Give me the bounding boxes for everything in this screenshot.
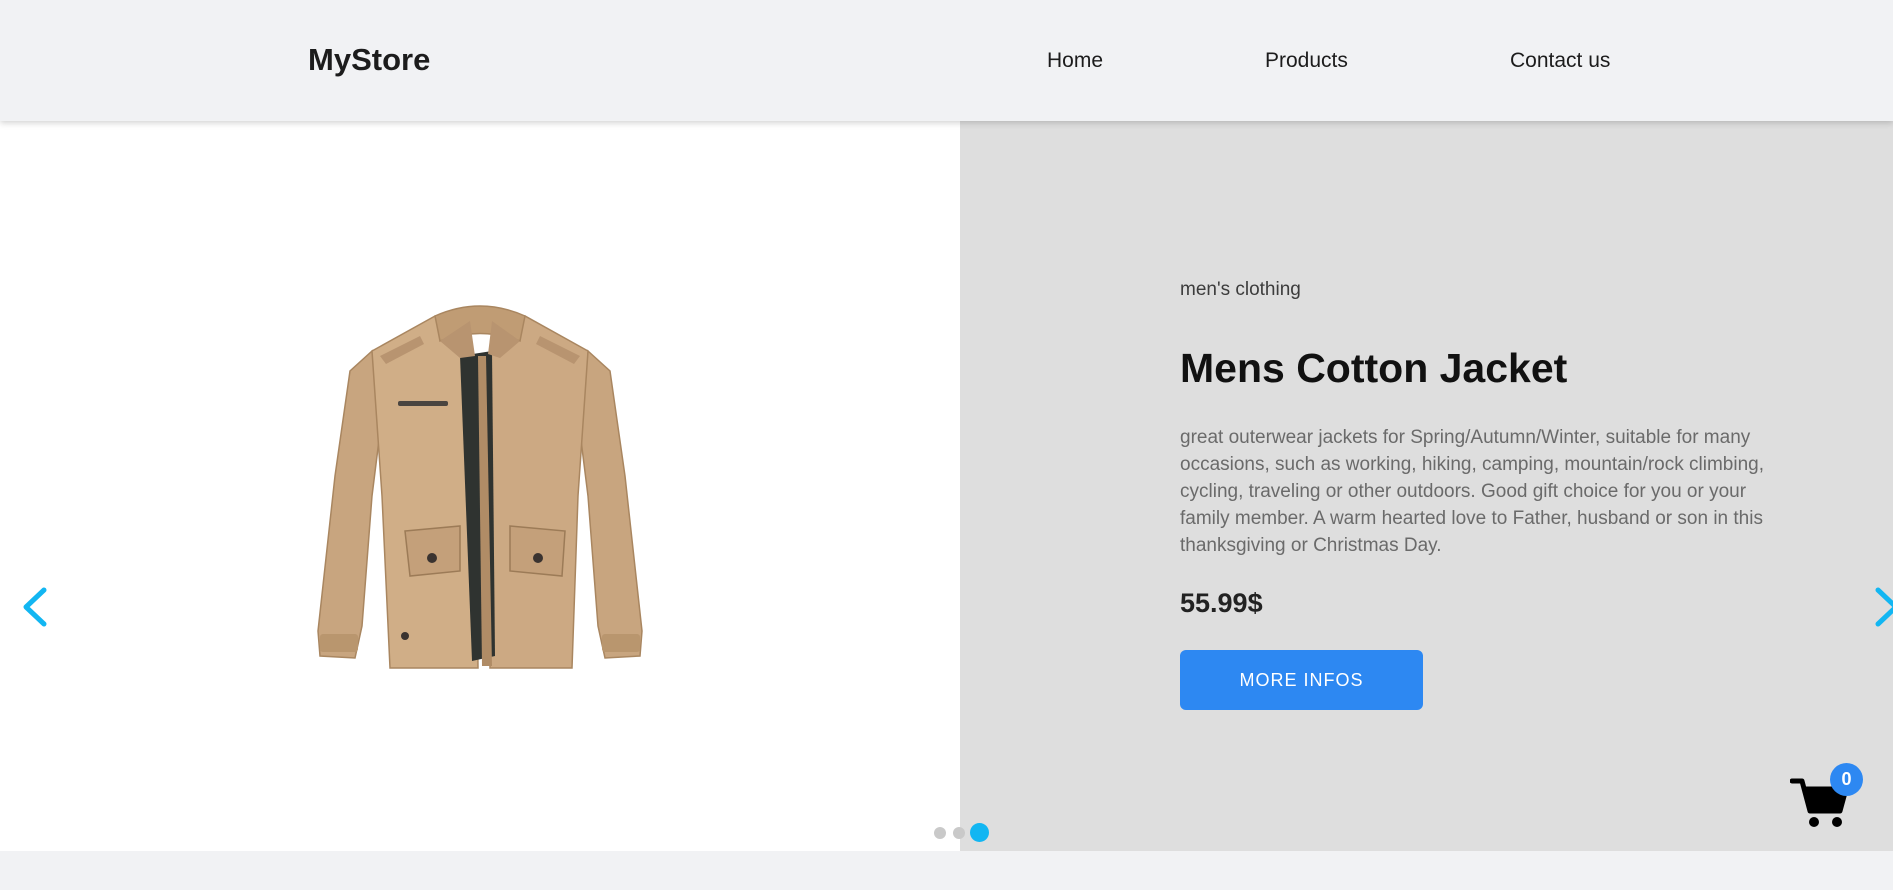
product-price: 55.99$ (1180, 588, 1263, 618)
brand-logo[interactable]: MyStore (308, 42, 430, 78)
cart-count-badge: 0 (1830, 763, 1863, 796)
product-image-panel (0, 121, 960, 851)
product-title: Mens Cotton Jacket (1180, 345, 1568, 391)
footer-strip (0, 851, 1893, 890)
jacket-image (317, 305, 643, 669)
carousel-dot-3-active[interactable] (970, 823, 989, 842)
nav-link-products[interactable]: Products (1265, 49, 1348, 73)
nav-link-contact[interactable]: Contact us (1510, 49, 1610, 73)
product-description: great outerwear jackets for Spring/Autum… (1180, 427, 1764, 556)
carousel-dot-2[interactable] (953, 827, 965, 839)
carousel-dot-1[interactable] (934, 827, 946, 839)
more-infos-button[interactable]: MORE INFOS (1180, 650, 1423, 710)
top-navbar: MyStore Home Products Contact us (0, 0, 1893, 121)
nav-link-home[interactable]: Home (1047, 49, 1103, 73)
chevron-left-icon[interactable] (16, 586, 56, 628)
product-category: men's clothing (1180, 279, 1301, 300)
chevron-right-icon[interactable] (1866, 586, 1893, 628)
